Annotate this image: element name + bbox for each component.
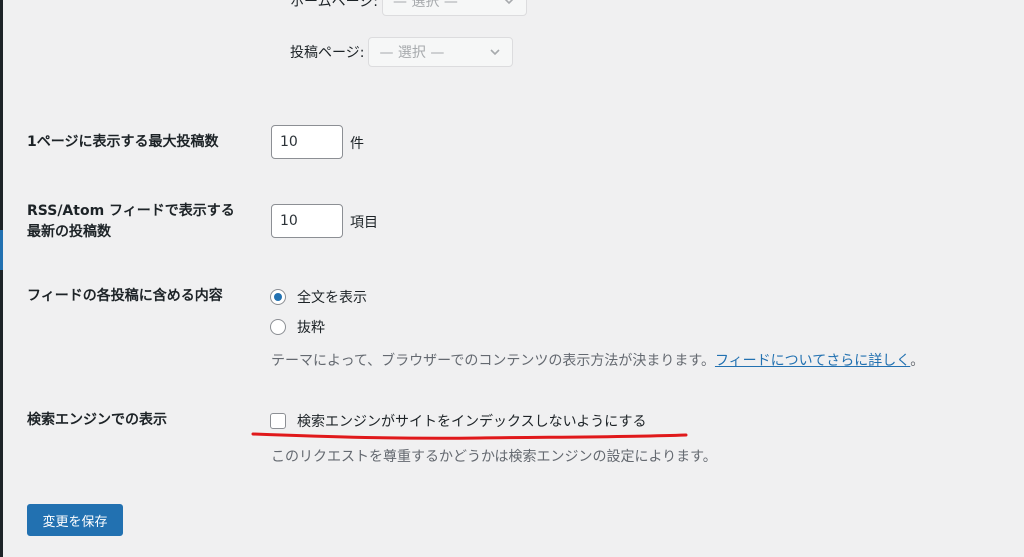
front-page-select-value: — 選択 — — [393, 0, 458, 10]
feed-summary-option[interactable]: 抜粋 — [270, 317, 325, 337]
posts-page-label: 投稿ページ: — [290, 45, 365, 61]
feed-description-end: 。 — [910, 353, 925, 369]
red-annotation-underline — [251, 432, 688, 440]
posts-page-select[interactable]: — 選択 — — [368, 37, 514, 67]
feed-content-label: フィードの各投稿に含める内容 — [27, 288, 223, 304]
front-page-row: ホームページ: — 選択 — — [290, 0, 528, 16]
sidebar-active-indicator — [0, 230, 3, 270]
search-engine-label: 検索エンジンでの表示 — [27, 412, 167, 428]
posts-per-page-unit: 件 — [350, 136, 364, 152]
posts-per-page-input[interactable]: 10 — [271, 125, 343, 159]
admin-sidebar-edge — [0, 0, 3, 557]
posts-per-rss-label-line2: 最新の投稿数 — [27, 224, 111, 240]
front-page-label: ホームページ: — [290, 0, 379, 10]
feed-summary-radio[interactable] — [270, 319, 286, 335]
save-changes-button[interactable]: 変更を保存 — [27, 504, 123, 536]
posts-page-row: 投稿ページ: — 選択 — — [290, 37, 514, 67]
posts-per-rss-input[interactable]: 10 — [271, 204, 343, 238]
posts-per-rss-unit: 項目 — [350, 215, 378, 231]
posts-page-select-value: — 選択 — — [379, 45, 445, 61]
chevron-down-icon — [490, 49, 501, 56]
posts-per-rss-label-line1: RSS/Atom フィードで表示する — [27, 203, 235, 219]
chevron-down-icon — [504, 0, 514, 5]
front-page-select[interactable]: — 選択 — — [382, 0, 528, 16]
search-engine-description: このリクエストを尊重するかどうかは検索エンジンの設定によります。 — [271, 449, 717, 465]
feed-content-description: テーマによって、ブラウザーでのコンテンツの表示方法が決まります。フィードについて… — [271, 350, 924, 370]
posts-per-rss-label: RSS/Atom フィードで表示する 最新の投稿数 — [27, 201, 235, 243]
feed-full-text-option[interactable]: 全文を表示 — [270, 287, 367, 307]
feed-description-text: テーマによって、ブラウザーでのコンテンツの表示方法が決まります。 — [271, 353, 715, 369]
feed-learn-more-link[interactable]: フィードについてさらに詳しく — [715, 353, 910, 369]
posts-per-page-label: 1ページに表示する最大投稿数 — [27, 134, 219, 150]
feed-summary-label: 抜粋 — [297, 320, 325, 336]
feed-full-text-radio[interactable] — [270, 289, 286, 305]
feed-full-text-label: 全文を表示 — [297, 290, 367, 306]
